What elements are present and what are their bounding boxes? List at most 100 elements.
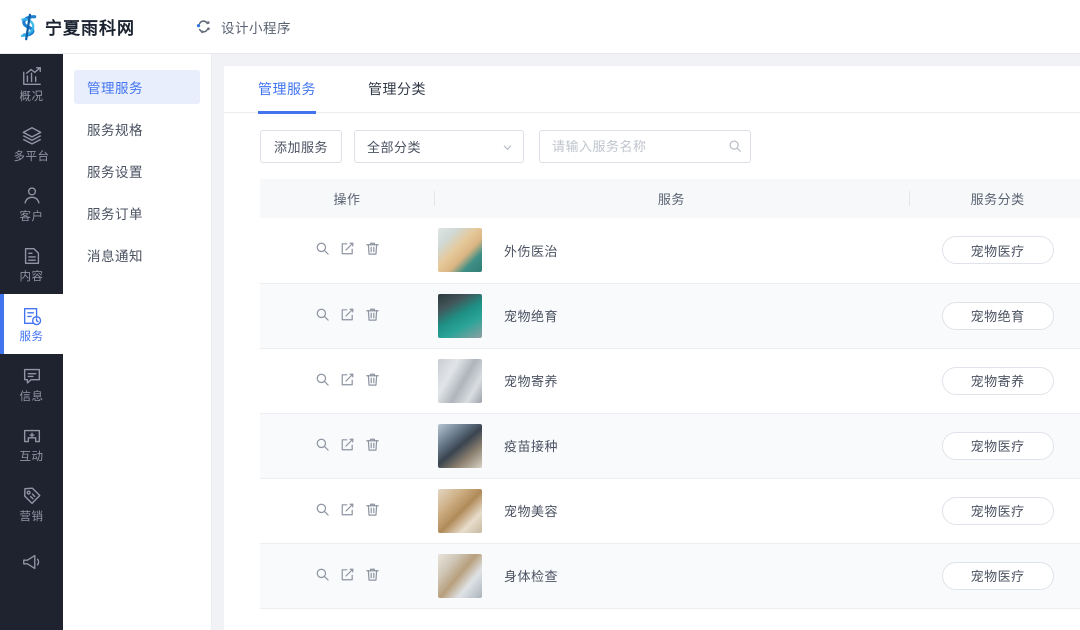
rail-item-label: 客户 [19, 210, 44, 223]
row-search-icon[interactable] [315, 437, 330, 455]
row-search-icon[interactable] [315, 241, 330, 259]
submenu-item-label: 服务订单 [87, 207, 143, 222]
row-delete-icon[interactable] [365, 241, 380, 259]
rail-item-信息[interactable]: 信息 [0, 354, 63, 414]
chart-growth-icon [21, 65, 43, 87]
submenu-item-2[interactable]: 服务设置 [74, 154, 200, 188]
category-badge: 宠物医疗 [941, 561, 1054, 590]
row-actions-cell [260, 218, 434, 284]
submenu-item-label: 管理服务 [87, 81, 143, 96]
rail-item-more[interactable] [0, 534, 63, 594]
table-header-row: 操作服务服务分类服务价格促销价格 [260, 179, 1080, 218]
rail-item-label: 多平台 [13, 150, 50, 163]
submenu-item-0[interactable]: 管理服务 [74, 70, 200, 104]
table-row: 宠物美容 宠物医疗 200.000.00 [260, 478, 1080, 544]
rail-item-客户[interactable]: 客户 [0, 174, 63, 234]
column-header-label: 服务 [657, 192, 685, 207]
row-category-cell: 宠物医疗 [908, 218, 1080, 284]
row-delete-icon[interactable] [365, 567, 380, 585]
add-service-label: 添加服务 [274, 139, 329, 155]
rail-item-多平台[interactable]: 多平台 [0, 114, 63, 174]
service-search-box[interactable] [539, 129, 752, 163]
column-header-0: 操作 [260, 179, 434, 218]
tab-1[interactable]: 管理分类 [368, 66, 426, 113]
rail-item-label: 概况 [19, 90, 44, 103]
layers-icon [21, 125, 43, 147]
column-header-1: 服务 [434, 179, 909, 218]
row-edit-icon[interactable] [340, 307, 355, 325]
row-actions-cell [260, 348, 434, 414]
brand[interactable]: 宁夏雨科网 [14, 12, 135, 42]
share-nodes-icon [195, 18, 212, 35]
content-panel: 管理服务 管理分类 添加服务 全部分类 请输入服务名称 操作 服务 服务分类 外… [224, 66, 1080, 630]
primary-nav-rail: 概况 多平台 客户 内容 服务 信息 互动 营销 [0, 54, 63, 630]
row-search-icon[interactable] [315, 567, 330, 585]
row-category-cell: 宠物医疗 [908, 543, 1080, 609]
submenu-item-4[interactable]: 消息通知 [74, 238, 200, 272]
submenu-item-1[interactable]: 服务规格 [74, 112, 200, 146]
row-edit-icon[interactable] [340, 502, 355, 520]
row-delete-icon[interactable] [365, 372, 380, 390]
row-edit-icon[interactable] [340, 567, 355, 585]
column-header-label: 服务分类 [970, 192, 1025, 207]
row-category-cell: 宠物寄养 [908, 348, 1080, 414]
table-row: 身体检查 宠物医疗 560.000.00 [260, 543, 1080, 609]
rail-item-label: 内容 [19, 270, 44, 283]
row-service-cell: 疫苗接种 [434, 413, 909, 479]
row-edit-icon[interactable] [340, 372, 355, 390]
add-service-button[interactable]: 添加服务 [260, 129, 343, 163]
rail-item-营销[interactable]: 营销 [0, 474, 63, 534]
submenu-item-3[interactable]: 服务订单 [74, 196, 200, 230]
chevron-down-icon [502, 141, 513, 152]
row-category-cell: 宠物绝育 [908, 283, 1080, 349]
category-badge: 宠物医疗 [941, 431, 1054, 460]
row-search-icon[interactable] [315, 502, 330, 520]
row-category-cell: 宠物医疗 [908, 413, 1080, 479]
service-table: 操作服务服务分类服务价格促销价格 外伤医治 宠物医疗 300.000.00 宠物… [260, 179, 1080, 609]
rail-item-互动[interactable]: 互动 [0, 414, 63, 474]
tab-0[interactable]: 管理服务 [258, 66, 316, 114]
rail-item-服务[interactable]: 服务 [0, 294, 63, 354]
row-category-cell: 宠物医疗 [908, 478, 1080, 544]
row-delete-icon[interactable] [365, 437, 380, 455]
service-name: 外伤医治 [504, 243, 559, 259]
category-filter-value: 全部分类 [367, 139, 422, 155]
tab-bar: 管理服务 管理分类 [224, 66, 1080, 114]
row-search-icon[interactable] [315, 372, 330, 390]
row-service-cell: 身体检查 [434, 543, 909, 609]
service-name: 宠物寄养 [504, 374, 559, 389]
submenu-item-label: 服务规格 [87, 123, 143, 138]
brand-name: 宁夏雨科网 [45, 19, 135, 39]
search-input[interactable] [552, 138, 729, 154]
search-icon[interactable] [728, 139, 742, 153]
user-icon [21, 185, 43, 207]
row-edit-icon[interactable] [340, 437, 355, 455]
row-delete-icon[interactable] [365, 307, 380, 325]
row-service-cell: 宠物绝育 [434, 283, 909, 349]
rail-item-概况[interactable]: 概况 [0, 54, 63, 114]
tab-label: 管理服务 [258, 80, 316, 97]
table-head: 操作服务服务分类服务价格促销价格 [260, 179, 1080, 218]
table-row: 宠物寄养 宠物寄养 150.000.00 [260, 348, 1080, 414]
row-actions-cell [260, 478, 434, 544]
tab-label: 管理分类 [368, 80, 426, 97]
row-edit-icon[interactable] [340, 241, 355, 259]
document-icon [21, 245, 43, 267]
miniapp-entry[interactable]: 设计小程序 [195, 17, 291, 37]
s-swoosh-logo-icon [14, 12, 44, 42]
service-name: 疫苗接种 [504, 439, 559, 454]
toolbar: 添加服务 全部分类 [224, 113, 1080, 179]
row-delete-icon[interactable] [365, 502, 380, 520]
secondary-nav-menu: 管理服务服务规格服务设置服务订单消息通知 [63, 54, 212, 630]
category-filter-select[interactable]: 全部分类 [354, 129, 525, 163]
category-badge: 宠物医疗 [941, 496, 1054, 525]
row-search-icon[interactable] [315, 307, 330, 325]
submenu-item-label: 服务设置 [87, 165, 143, 180]
main-content: 管理服务 管理分类 添加服务 全部分类 请输入服务名称 操作 服务 服务分类 外… [212, 54, 1080, 630]
row-service-cell: 外伤医治 [434, 218, 909, 284]
table-row: 疫苗接种 宠物医疗 800.000.00 [260, 413, 1080, 479]
row-service-cell: 宠物美容 [434, 478, 909, 544]
table-row: 宠物绝育 宠物绝育 1200.000.00 [260, 283, 1080, 349]
rail-item-内容[interactable]: 内容 [0, 234, 63, 294]
top-bar: 宁夏雨科网 设计小程序 [0, 0, 1080, 54]
